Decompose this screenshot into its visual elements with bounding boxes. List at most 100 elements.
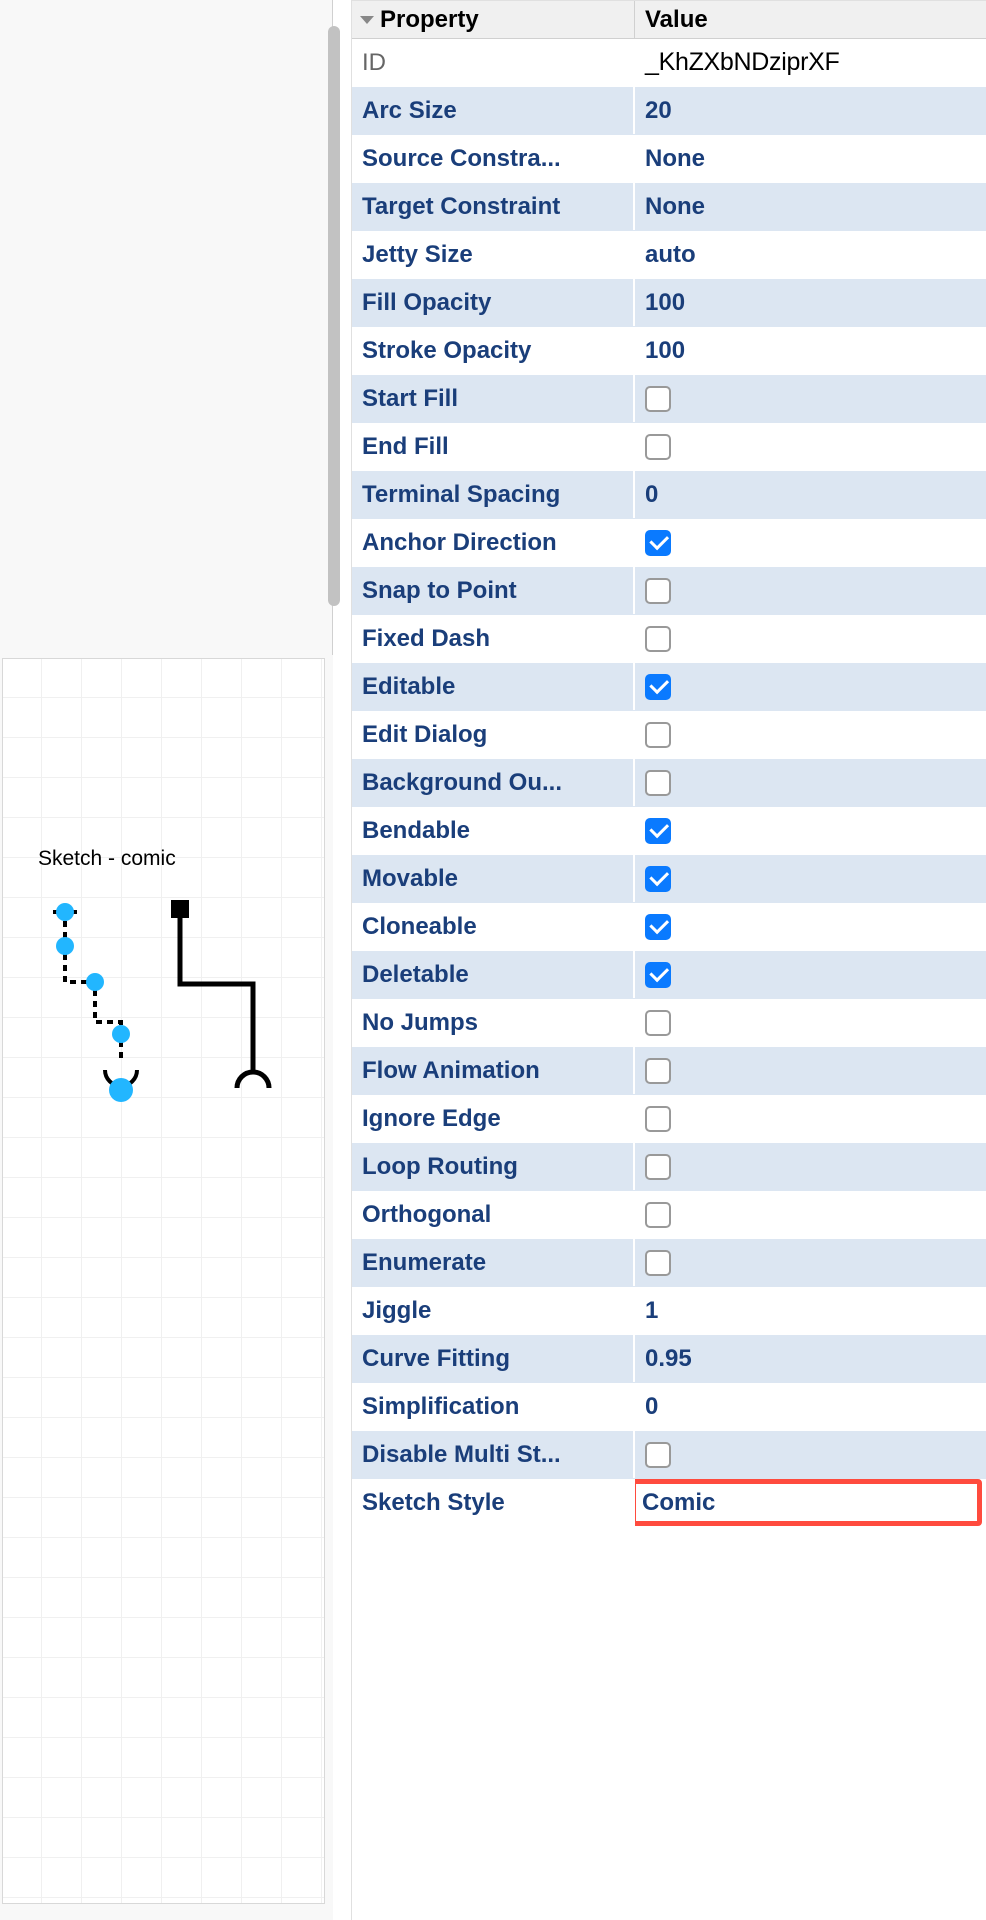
property-value[interactable]: _KhZXbNDziprXF: [635, 39, 986, 86]
property-row: Ignore Edge: [352, 1095, 986, 1143]
checkbox[interactable]: [645, 1250, 671, 1276]
canvas-preview[interactable]: Sketch - comic: [2, 658, 325, 1904]
property-name[interactable]: Anchor Direction: [352, 519, 635, 566]
property-name[interactable]: End Fill: [352, 423, 635, 470]
checkbox[interactable]: [645, 1058, 671, 1084]
property-name[interactable]: Start Fill: [352, 375, 635, 422]
property-name[interactable]: Sketch Style: [352, 1479, 635, 1526]
property-name[interactable]: Jetty Size: [352, 231, 635, 278]
property-value[interactable]: Comic: [635, 1479, 986, 1526]
property-row: ID_KhZXbNDziprXF: [352, 39, 986, 87]
property-name[interactable]: Arc Size: [352, 87, 635, 134]
property-name[interactable]: Editable: [352, 663, 635, 710]
header-value-label: Value: [645, 6, 708, 33]
property-name[interactable]: Disable Multi St...: [352, 1431, 635, 1478]
property-name[interactable]: Stroke Opacity: [352, 327, 635, 374]
property-value[interactable]: 100: [635, 327, 986, 374]
property-name[interactable]: Flow Animation: [352, 1047, 635, 1094]
checkbox[interactable]: [645, 434, 671, 460]
checkbox[interactable]: [645, 578, 671, 604]
checkbox[interactable]: [645, 818, 671, 844]
property-name[interactable]: Source Constra...: [352, 135, 635, 182]
property-value[interactable]: [635, 711, 986, 758]
sketch-label: Sketch - comic: [38, 847, 176, 871]
scrollbar[interactable]: [328, 26, 340, 606]
property-value[interactable]: auto: [635, 231, 986, 278]
property-value[interactable]: 0: [635, 1383, 986, 1430]
checkbox[interactable]: [645, 626, 671, 652]
checkbox[interactable]: [645, 914, 671, 940]
property-name[interactable]: No Jumps: [352, 999, 635, 1046]
property-row: Background Ou...: [352, 759, 986, 807]
property-value[interactable]: 0: [635, 471, 986, 518]
property-rows: ID_KhZXbNDziprXFArc Size20Source Constra…: [352, 39, 986, 1527]
checkbox[interactable]: [645, 962, 671, 988]
property-value[interactable]: [635, 1239, 986, 1286]
checkbox[interactable]: [645, 674, 671, 700]
column-header-property[interactable]: Property: [352, 1, 635, 38]
property-name[interactable]: Target Constraint: [352, 183, 635, 230]
property-value[interactable]: [635, 615, 986, 662]
property-value[interactable]: [635, 663, 986, 710]
property-name[interactable]: ID: [352, 39, 635, 86]
property-name[interactable]: Loop Routing: [352, 1143, 635, 1190]
property-value[interactable]: [635, 1095, 986, 1142]
property-value[interactable]: [635, 807, 986, 854]
property-value[interactable]: 0.95: [635, 1335, 986, 1382]
property-value[interactable]: [635, 951, 986, 998]
property-name[interactable]: Movable: [352, 855, 635, 902]
property-value[interactable]: [635, 1143, 986, 1190]
property-name[interactable]: Enumerate: [352, 1239, 635, 1286]
property-name[interactable]: Background Ou...: [352, 759, 635, 806]
property-row: Fixed Dash: [352, 615, 986, 663]
property-name[interactable]: Simplification: [352, 1383, 635, 1430]
property-name[interactable]: Deletable: [352, 951, 635, 998]
property-value[interactable]: 100: [635, 279, 986, 326]
property-value[interactable]: 1: [635, 1287, 986, 1334]
property-name[interactable]: Jiggle: [352, 1287, 635, 1334]
property-row: Edit Dialog: [352, 711, 986, 759]
property-value[interactable]: None: [635, 183, 986, 230]
checkbox[interactable]: [645, 1154, 671, 1180]
property-value[interactable]: [635, 423, 986, 470]
checkbox[interactable]: [645, 530, 671, 556]
property-name[interactable]: Bendable: [352, 807, 635, 854]
property-value[interactable]: [635, 519, 986, 566]
property-name[interactable]: Fill Opacity: [352, 279, 635, 326]
checkbox[interactable]: [645, 386, 671, 412]
property-row: Curve Fitting0.95: [352, 1335, 986, 1383]
property-value[interactable]: [635, 567, 986, 614]
column-header-value[interactable]: Value: [635, 6, 986, 34]
checkbox[interactable]: [645, 1202, 671, 1228]
checkbox[interactable]: [645, 722, 671, 748]
property-row: Sketch StyleComic: [352, 1479, 986, 1527]
property-value[interactable]: [635, 1191, 986, 1238]
property-name[interactable]: Edit Dialog: [352, 711, 635, 758]
property-row: Bendable: [352, 807, 986, 855]
properties-panel: Property Value ID_KhZXbNDziprXFArc Size2…: [351, 0, 986, 1920]
property-name[interactable]: Ignore Edge: [352, 1095, 635, 1142]
property-name[interactable]: Fixed Dash: [352, 615, 635, 662]
property-value[interactable]: [635, 1047, 986, 1094]
checkbox[interactable]: [645, 1106, 671, 1132]
checkbox[interactable]: [645, 866, 671, 892]
property-value[interactable]: [635, 999, 986, 1046]
highlighted-value[interactable]: Comic: [635, 1479, 982, 1526]
property-value[interactable]: [635, 375, 986, 422]
property-row: Stroke Opacity100: [352, 327, 986, 375]
property-value[interactable]: None: [635, 135, 986, 182]
property-name[interactable]: Orthogonal: [352, 1191, 635, 1238]
property-value[interactable]: [635, 903, 986, 950]
property-value[interactable]: [635, 1431, 986, 1478]
checkbox[interactable]: [645, 770, 671, 796]
property-value[interactable]: 20: [635, 87, 986, 134]
property-value[interactable]: [635, 855, 986, 902]
checkbox[interactable]: [645, 1010, 671, 1036]
checkbox[interactable]: [645, 1442, 671, 1468]
property-name[interactable]: Cloneable: [352, 903, 635, 950]
property-row: Start Fill: [352, 375, 986, 423]
property-name[interactable]: Curve Fitting: [352, 1335, 635, 1382]
property-value[interactable]: [635, 759, 986, 806]
property-name[interactable]: Terminal Spacing: [352, 471, 635, 518]
property-name[interactable]: Snap to Point: [352, 567, 635, 614]
